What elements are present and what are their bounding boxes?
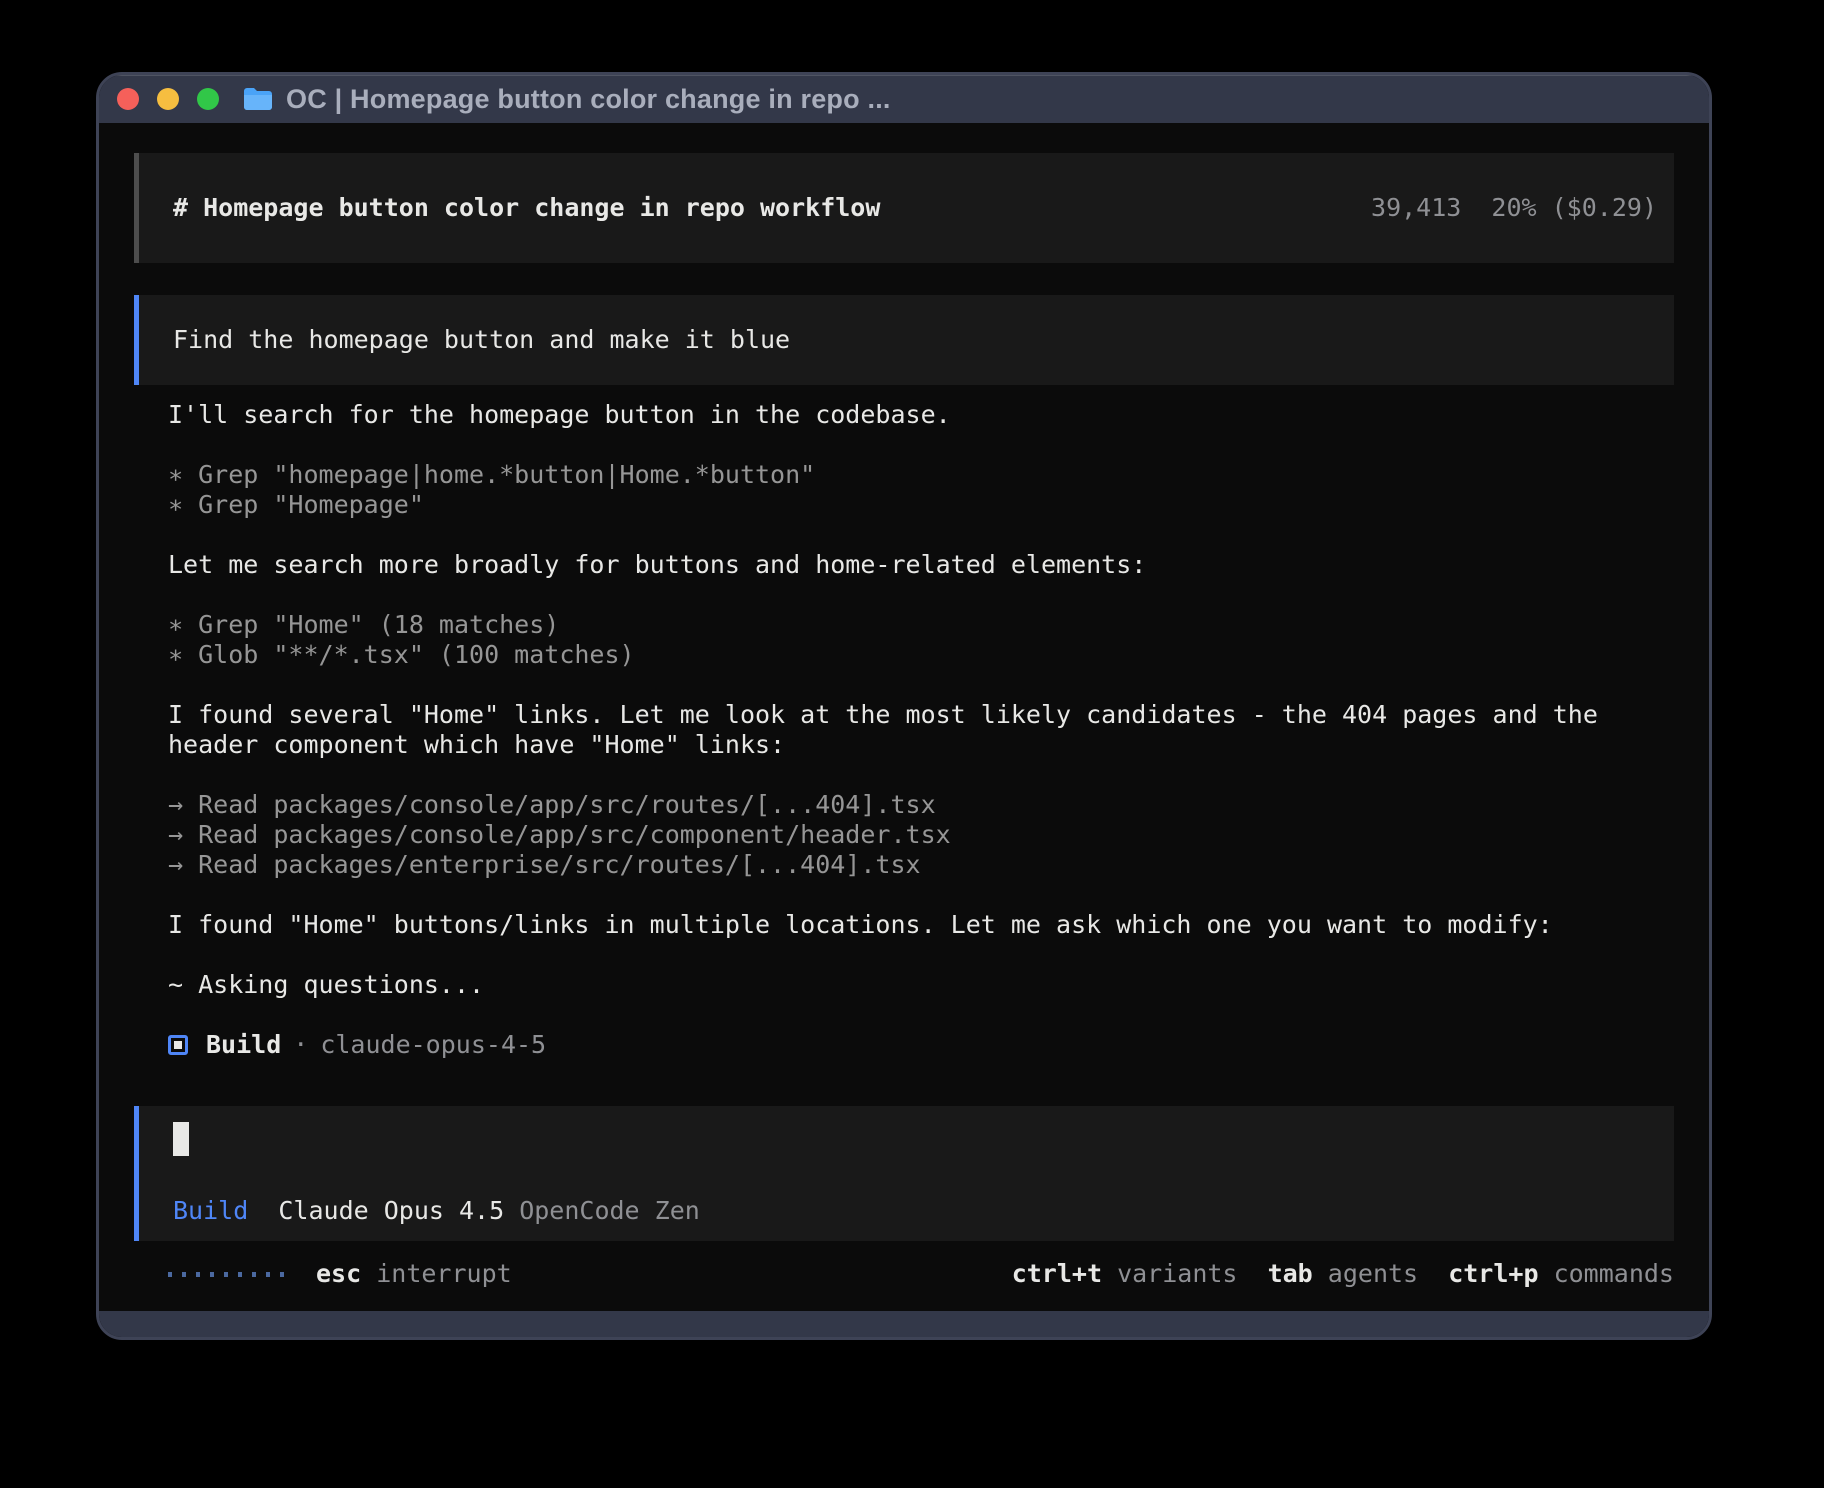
progress-dot (252, 1272, 256, 1277)
assistant-text: I'll search for the homepage button in t… (168, 400, 1674, 430)
assistant-text: Let me search more broadly for buttons a… (168, 550, 1674, 580)
agents-label: agents (1328, 1259, 1418, 1288)
progress-dot (280, 1272, 284, 1277)
keyboard-hints: ctrl+t variants tab agents ctrl+p comman… (1012, 1259, 1674, 1289)
agent-name: Build (206, 1030, 281, 1060)
tool-call-read: → Read packages/console/app/src/routes/[… (168, 790, 1674, 820)
assistant-paragraph: I found several "Home" links. Let me loo… (168, 700, 1674, 760)
window-title: OC | Homepage button color change in rep… (286, 84, 891, 115)
close-button[interactable] (117, 88, 139, 110)
assistant-status: ~ Asking questions... (168, 970, 1674, 1000)
minimize-button[interactable] (157, 88, 179, 110)
progress-dot (266, 1272, 270, 1277)
agent-status-line: Build · claude-opus-4-5 (168, 1030, 1674, 1060)
tool-call-grep: ∗ Grep "Home" (18 matches) (168, 610, 1674, 640)
window-titlebar[interactable]: OC | Homepage button color change in rep… (99, 75, 1709, 123)
esc-hint: esc interrupt (316, 1259, 512, 1289)
commands-label: commands (1554, 1259, 1674, 1288)
text-cursor (173, 1122, 189, 1156)
progress-dot (168, 1272, 172, 1277)
esc-key: esc (316, 1259, 361, 1288)
session-header: # Homepage button color change in repo w… (134, 153, 1674, 263)
tool-call-grep: ∗ Grep "homepage|home.*button|Home.*butt… (168, 460, 1674, 490)
assistant-paragraph: Let me search more broadly for buttons a… (168, 550, 1674, 580)
input-model-label: Claude Opus 4.5 (278, 1196, 504, 1226)
progress-dot (238, 1272, 242, 1277)
separator-dot: · (293, 1030, 308, 1060)
window-bottom-chrome (99, 1311, 1709, 1337)
progress-dot (182, 1272, 186, 1277)
assistant-text: I found several "Home" links. Let me loo… (168, 700, 1674, 730)
build-agent-icon (168, 1035, 188, 1055)
input-mode-label[interactable]: Build (173, 1196, 248, 1226)
agents-hint: tab agents (1268, 1259, 1419, 1289)
tool-call-group: → Read packages/console/app/src/routes/[… (168, 790, 1674, 880)
tool-call-glob: ∗ Glob "**/*.tsx" (100 matches) (168, 640, 1674, 670)
assistant-paragraph: I found "Home" buttons/links in multiple… (168, 910, 1674, 940)
variants-hint: ctrl+t variants (1012, 1259, 1238, 1289)
user-message-text: Find the homepage button and make it blu… (173, 325, 790, 355)
input-footer: Build Claude Opus 4.5 OpenCode Zen (173, 1196, 1640, 1226)
esc-label: interrupt (376, 1259, 511, 1288)
tab-key: tab (1268, 1259, 1313, 1288)
commands-hint: ctrl+p commands (1448, 1259, 1674, 1289)
ctrl-p-key: ctrl+p (1448, 1259, 1538, 1288)
progress-dot (196, 1272, 200, 1277)
session-title: # Homepage button color change in repo w… (173, 193, 880, 223)
zoom-button[interactable] (197, 88, 219, 110)
terminal-content: # Homepage button color change in repo w… (99, 123, 1709, 1311)
assistant-paragraph: I'll search for the homepage button in t… (168, 400, 1674, 430)
progress-dot (210, 1272, 214, 1277)
ctrl-t-key: ctrl+t (1012, 1259, 1102, 1288)
tool-call-group: ∗ Grep "Home" (18 matches) ∗ Glob "**/*.… (168, 610, 1674, 670)
terminal-window: OC | Homepage button color change in rep… (96, 72, 1712, 1340)
variants-label: variants (1117, 1259, 1237, 1288)
assistant-text: header component which have "Home" links… (168, 730, 1674, 760)
progress-dots-icon (168, 1272, 284, 1277)
tool-call-grep: ∗ Grep "Homepage" (168, 490, 1674, 520)
folder-icon (243, 87, 273, 111)
asking-questions-text: ~ Asking questions... (168, 970, 1674, 1000)
progress-dot (224, 1272, 228, 1277)
user-message: Find the homepage button and make it blu… (134, 295, 1674, 385)
status-bar: esc interrupt ctrl+t variants tab agents… (134, 1257, 1674, 1291)
agent-model: claude-opus-4-5 (320, 1030, 546, 1060)
tool-call-read: → Read packages/enterprise/src/routes/[.… (168, 850, 1674, 880)
tool-call-read: → Read packages/console/app/src/componen… (168, 820, 1674, 850)
traffic-lights (117, 88, 219, 110)
assistant-text: I found "Home" buttons/links in multiple… (168, 910, 1674, 940)
prompt-input[interactable]: Build Claude Opus 4.5 OpenCode Zen (134, 1106, 1674, 1241)
input-provider-label: OpenCode Zen (519, 1196, 700, 1226)
tool-call-group: ∗ Grep "homepage|home.*button|Home.*butt… (168, 460, 1674, 520)
session-stats: 39,413 20% ($0.29) (1371, 193, 1657, 223)
